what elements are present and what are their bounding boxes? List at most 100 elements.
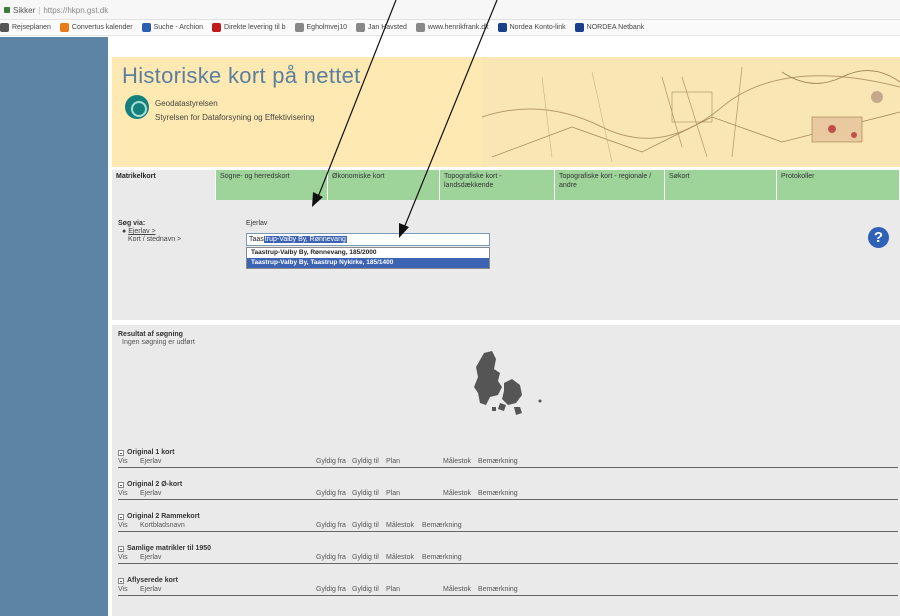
bookmark-icon	[574, 23, 584, 32]
header-banner: Historiske kort på nettet Geodatastyrels…	[112, 57, 900, 167]
column-header[interactable]: Målestok	[443, 490, 471, 497]
tab-matrikelkort[interactable]: Matrikelkort	[112, 170, 216, 200]
column-header[interactable]: Gyldig fra	[316, 490, 346, 497]
bookmark-item[interactable]: Convertus kalender	[59, 23, 133, 32]
column-header[interactable]: Vis	[118, 522, 128, 529]
section-toggle[interactable]: Samlige matrikler til 1950	[118, 545, 211, 552]
column-header[interactable]: Bemærkning	[478, 586, 518, 593]
bookmark-icon	[294, 23, 304, 32]
column-header[interactable]: Målestok	[386, 522, 414, 529]
tab-topografiske-landsdaekkende[interactable]: Topografiske kort - landsdækkende	[440, 170, 555, 200]
column-header[interactable]: Bemærkning	[422, 554, 462, 561]
column-header[interactable]: Ejerlav	[140, 458, 161, 465]
bookmark-icon	[59, 23, 69, 32]
column-header[interactable]: Gyldig til	[352, 458, 379, 465]
left-background-strip	[0, 37, 108, 616]
column-header[interactable]: Gyldig fra	[316, 554, 346, 561]
bookmark-item[interactable]: Suche - Archion	[141, 23, 203, 32]
column-header[interactable]: Vis	[118, 554, 128, 561]
denmark-map-icon	[474, 351, 542, 415]
bookmark-icon	[355, 23, 365, 32]
bookmark-item[interactable]: www.henrikfrank.dk	[415, 23, 489, 32]
column-header[interactable]: Gyldig til	[352, 522, 379, 529]
tab-topografiske-regionale[interactable]: Topografiske kort - regionale / andre	[555, 170, 665, 200]
column-header[interactable]: Målestok	[443, 458, 471, 465]
search-option-sheet[interactable]: Kort / stednavn >	[128, 236, 181, 243]
bookmark-item[interactable]: Egholmvej10	[294, 23, 347, 32]
section-title: Aflyserede kort	[127, 577, 178, 584]
section-title: Original 2 Ø-kort	[127, 481, 183, 488]
bookmark-item[interactable]: Rejseplanen	[0, 23, 51, 32]
bookmark-item[interactable]: NORDEA Netbank	[574, 23, 644, 32]
results-subtitle: Ingen søgning er udført	[122, 339, 195, 346]
autocomplete-option[interactable]: Taastrup-Valby By, Rønnevang, 185/2000	[247, 248, 489, 258]
bookmark-item[interactable]: Direkte levering til b	[212, 23, 286, 32]
tab-sogne-herredskort[interactable]: Sogne- og herredskort	[216, 170, 328, 200]
column-header[interactable]: Plan	[386, 586, 400, 593]
tab-okonomiske-kort[interactable]: Økonomiske kort	[328, 170, 440, 200]
url-text: https://hkpn.gst.dk	[43, 5, 109, 15]
search-by-label: Søg via:	[118, 220, 146, 227]
column-header[interactable]: Ejerlav	[140, 490, 161, 497]
column-header[interactable]: Kortbladsnavn	[140, 522, 185, 529]
collapse-icon	[118, 449, 124, 456]
column-header[interactable]: Vis	[118, 458, 128, 465]
page-title: Historiske kort på nettet	[122, 63, 361, 88]
section-title: Samlige matrikler til 1950	[127, 545, 212, 552]
lock-icon	[4, 7, 10, 13]
help-icon[interactable]: ?	[868, 227, 889, 248]
column-header-row: Vis Kortbladsnavn Gyldig fra Gyldig til Måle…	[118, 522, 898, 532]
column-header[interactable]: Bemærkning	[478, 490, 518, 497]
column-header[interactable]: Gyldig til	[352, 586, 379, 593]
section-title: Original 2 Rammekort	[127, 513, 200, 520]
section-toggle[interactable]: Original 2 Ø-kort	[118, 481, 182, 488]
owner-district-input[interactable]: Taas trup-Valby By, Rønnevang	[246, 233, 490, 246]
geodatastyrelsen-logo-icon	[125, 95, 149, 119]
section-toggle[interactable]: Original 2 Rammekort	[118, 513, 200, 520]
map-type-tabs: Matrikelkort Sogne- og herredskort Økono…	[112, 170, 900, 200]
column-header[interactable]: Bemærkning	[478, 458, 518, 465]
column-header[interactable]: Gyldig fra	[316, 522, 346, 529]
bookmarks-bar: Rejseplanen Convertus kalender Suche - Arc…	[0, 20, 900, 36]
tab-sokort[interactable]: Søkort	[665, 170, 777, 200]
column-header-row: Vis Ejerlav Gyldig fra Gyldig til Plan Målest…	[118, 458, 898, 468]
column-header[interactable]: Gyldig til	[352, 554, 379, 561]
autocomplete-list: Taastrup-Valby By, Rønnevang, 185/2000 T…	[246, 247, 490, 269]
selected-autocomplete-text: trup-Valby By, Rønnevang	[263, 236, 347, 243]
historic-map-illustration	[482, 57, 900, 167]
tab-protokoller[interactable]: Protokoller	[777, 170, 900, 200]
result-section: Original 1 kort Vis Ejerlav Gyldig fra Gyldi…	[118, 449, 898, 471]
column-header[interactable]: Gyldig til	[352, 490, 379, 497]
bookmark-item[interactable]: Nordea Konto-link	[497, 23, 566, 32]
search-panel: Søg via: ● Ejerlav > Kort / stednavn > E…	[112, 200, 900, 320]
column-header[interactable]: Vis	[118, 490, 128, 497]
bookmark-icon	[0, 23, 9, 32]
collapse-icon	[118, 577, 124, 584]
column-header[interactable]: Målestok	[443, 586, 471, 593]
column-header[interactable]: Plan	[386, 490, 400, 497]
autocomplete-option-highlighted[interactable]: Taastrup-Valby By, Taastrup Nykirke, 185…	[247, 258, 489, 268]
search-option-owner[interactable]: ● Ejerlav >	[122, 228, 156, 235]
page: Historiske kort på nettet Geodatastyrels…	[108, 37, 900, 616]
section-toggle[interactable]: Original 1 kort	[118, 449, 174, 456]
column-header-row: Vis Ejerlav Gyldig fra Gyldig til Plan Målest…	[118, 586, 898, 596]
bookmark-item[interactable]: Jan Havsted	[355, 23, 407, 32]
results-panel: Resultat af søgning Ingen søgning er udf…	[112, 325, 900, 616]
result-section: Aflyserede kort Vis Ejerlav Gyldig fra Gyldi…	[118, 577, 898, 599]
agency-subtitle: Styrelsen for Dataforsyning og Effektivi…	[155, 113, 315, 122]
section-toggle[interactable]: Aflyserede kort	[118, 577, 178, 584]
column-header[interactable]: Gyldig fra	[316, 586, 346, 593]
section-title: Original 1 kort	[127, 449, 175, 456]
column-header[interactable]: Målestok	[386, 554, 414, 561]
column-header[interactable]: Gyldig fra	[316, 458, 346, 465]
address-field[interactable]: Sikker | https://hkpn.gst.dk	[4, 3, 108, 17]
collapse-icon	[118, 513, 124, 520]
column-header[interactable]: Bemærkning	[422, 522, 462, 529]
column-header[interactable]: Ejerlav	[140, 554, 161, 561]
column-header[interactable]: Plan	[386, 458, 400, 465]
bookmark-icon	[497, 23, 507, 32]
collapse-icon	[118, 481, 124, 488]
address-bar[interactable]: Sikker | https://hkpn.gst.dk	[0, 0, 900, 20]
column-header[interactable]: Vis	[118, 586, 128, 593]
column-header[interactable]: Ejerlav	[140, 586, 161, 593]
